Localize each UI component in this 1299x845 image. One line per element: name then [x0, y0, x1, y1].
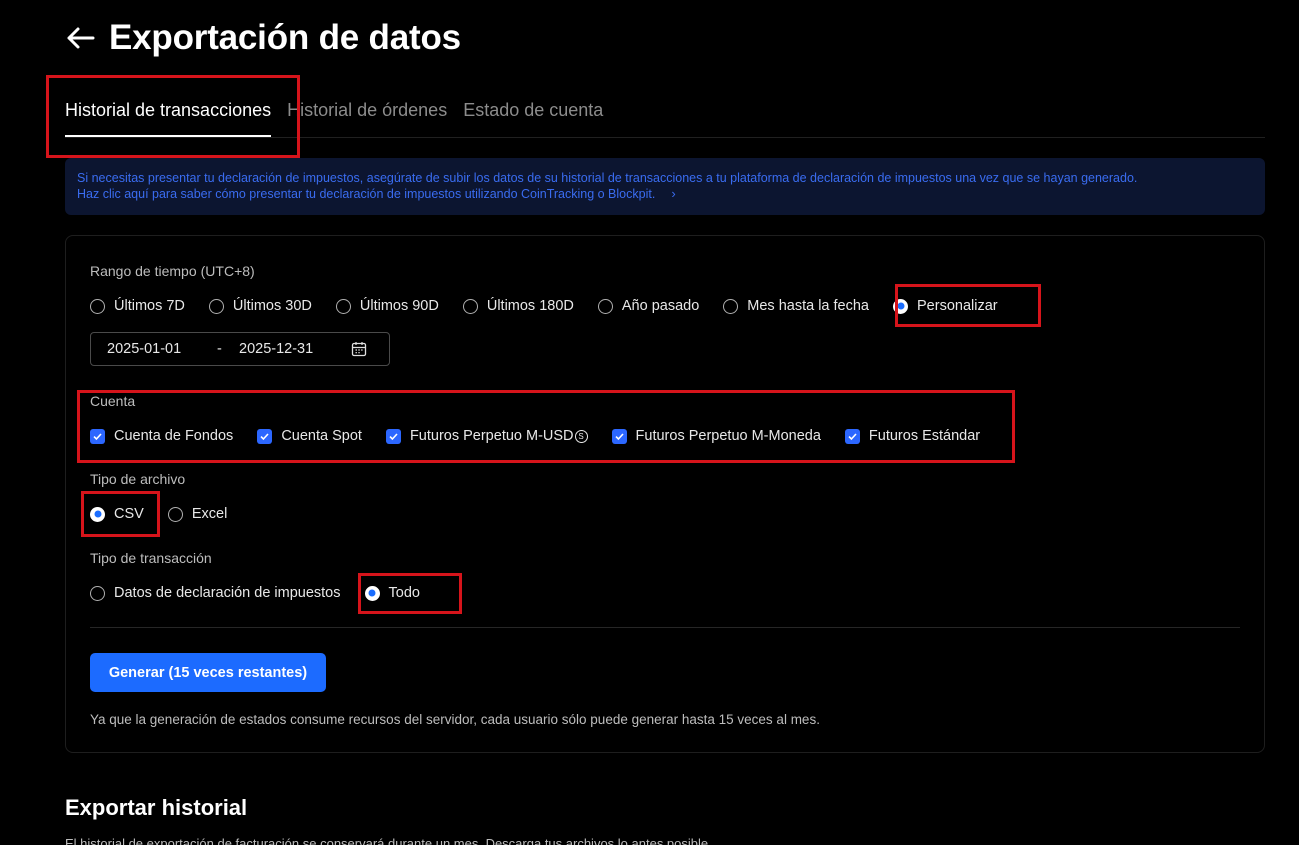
- checkbox-coinm-perpetual[interactable]: Futuros Perpetuo M-Moneda: [611, 428, 821, 444]
- transaction-type-label: Tipo de transacción: [90, 550, 212, 566]
- account-label: Cuenta: [90, 393, 136, 409]
- chevron-right-icon: ›: [671, 186, 676, 201]
- file-type-options: CSV Excel: [90, 502, 251, 526]
- radio-custom[interactable]: Personalizar: [893, 298, 998, 314]
- timezone-label: (UTC+8): [200, 263, 255, 279]
- time-range-label: Rango de tiempo (UTC+8): [90, 263, 255, 279]
- end-date[interactable]: 2025-12-31: [239, 341, 351, 357]
- export-history-title: Exportar historial: [65, 795, 248, 820]
- checkbox-standard-futures[interactable]: Futuros Estándar: [844, 428, 980, 444]
- checkbox-checked-icon: [385, 428, 401, 444]
- checkbox-checked-icon: [844, 428, 860, 444]
- radio-last-90d[interactable]: Últimos 90D: [335, 298, 439, 314]
- radio-last-30d[interactable]: Últimos 30D: [208, 298, 312, 314]
- checkbox-spot-account[interactable]: Cuenta Spot: [257, 428, 362, 444]
- tab-order-history[interactable]: Historial de órdenes: [287, 92, 447, 138]
- tab-bar: Historial de transacciones Historial de …: [65, 92, 1265, 138]
- time-range-options: Últimos 7D Últimos 30D Últimos 90D Últim…: [90, 294, 1022, 318]
- checkbox-usdm-perpetual[interactable]: Futuros Perpetuo M-USD S: [385, 428, 588, 444]
- radio-last-180d[interactable]: Últimos 180D: [462, 298, 574, 314]
- file-type-label: Tipo de archivo: [90, 471, 186, 487]
- start-date[interactable]: 2025-01-01: [107, 341, 217, 357]
- tax-notice-banner: Si necesitas presentar tu declaración de…: [65, 158, 1265, 215]
- page-title: Exportación de datos: [109, 18, 461, 57]
- checkbox-checked-icon: [257, 428, 273, 444]
- radio-last-year[interactable]: Año pasado: [597, 298, 699, 314]
- radio-month-to-date[interactable]: Mes hasta la fecha: [723, 298, 869, 314]
- notice-link[interactable]: Haz clic aquí para saber cómo presentar …: [77, 186, 1253, 202]
- export-history-subtitle: El historial de exportación de facturaci…: [65, 836, 712, 845]
- radio-tax-data[interactable]: Datos de declaración de impuestos: [90, 585, 341, 601]
- tab-transaction-history[interactable]: Historial de transacciones: [65, 92, 272, 138]
- notice-text: Si necesitas presentar tu declaración de…: [77, 171, 1138, 185]
- generate-button[interactable]: Generar (15 veces restantes): [90, 653, 326, 692]
- radio-last-7d[interactable]: Últimos 7D: [90, 298, 185, 314]
- generation-limit-note: Ya que la generación de estados consume …: [90, 712, 820, 727]
- checkbox-funding-account[interactable]: Cuenta de Fondos: [90, 428, 233, 444]
- page: Exportación de datos Historial de transa…: [0, 0, 1299, 845]
- arrow-left-icon[interactable]: [65, 26, 95, 50]
- divider: [90, 627, 1240, 628]
- transaction-type-options: Datos de declaración de impuestos Todo: [90, 581, 444, 605]
- radio-all[interactable]: Todo: [364, 585, 420, 601]
- stablecoin-icon: S: [574, 429, 588, 443]
- checkbox-checked-icon: [90, 428, 105, 444]
- tab-account-statement[interactable]: Estado de cuenta: [463, 92, 603, 138]
- page-header: Exportación de datos: [65, 16, 461, 60]
- checkbox-checked-icon: [611, 428, 627, 444]
- date-range-picker[interactable]: 2025-01-01 - 2025-12-31: [90, 332, 390, 366]
- account-options: Cuenta de Fondos Cuenta Spot Futuros Per…: [90, 424, 1004, 448]
- radio-excel[interactable]: Excel: [167, 506, 227, 522]
- calendar-icon[interactable]: [351, 341, 367, 357]
- export-form-card: Rango de tiempo (UTC+8) Últimos 7D Último…: [65, 235, 1265, 753]
- radio-csv[interactable]: CSV: [90, 506, 144, 522]
- date-separator: -: [217, 341, 222, 357]
